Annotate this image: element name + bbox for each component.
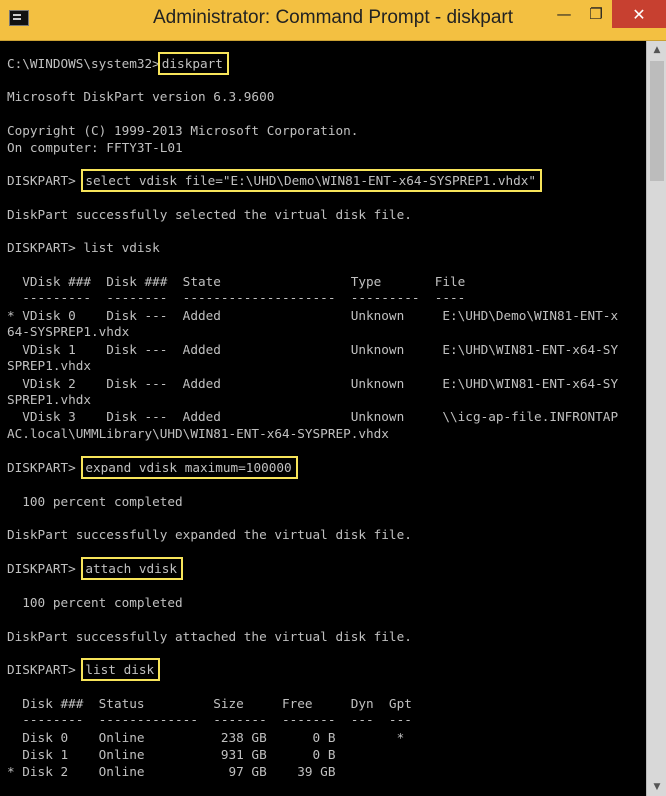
table-row: Disk 0 Online 238 GB 0 B * [7,730,405,745]
title-bar[interactable]: Administrator: Command Prompt - diskpart… [0,0,666,41]
close-button[interactable]: ✕ [612,0,666,28]
scroll-up-icon[interactable]: ▲ [647,41,666,59]
table-header: VDisk ### Disk ### State Type File [7,274,466,289]
console-line: DISKPART> expand vdisk maximum=100000 [7,456,298,479]
highlighted-command: diskpart [157,52,229,75]
console-line: DISKPART> list vdisk [7,240,160,255]
table-row: Disk 1 Online 931 GB 0 B [7,747,336,762]
console-line: DiskPart successfully expanded the virtu… [7,527,412,542]
vertical-scrollbar[interactable]: ▲ ▼ [646,41,666,796]
console-line: DISKPART> select vdisk file="E:\UHD\Demo… [7,169,543,192]
highlighted-command: list disk [81,658,161,681]
console-line: DISKPART> list disk [7,658,161,681]
scrollbar-thumb[interactable] [650,61,664,181]
console-line: Copyright (C) 1999-2013 Microsoft Corpor… [7,123,359,138]
console-line: On computer: FFTY3T-L01 [7,140,183,155]
table-row: 64-SYSPREP1.vhdx [7,324,130,339]
table-row: * VDisk 0 Disk --- Added Unknown E:\UHD\… [7,308,619,323]
console-line: DiskPart successfully attached the virtu… [7,629,412,644]
table-divider: -------- ------------- ------- ------- -… [7,712,412,727]
table-row: SPREP1.vhdx [7,358,92,373]
highlighted-command: attach vdisk [81,557,184,580]
command-prompt-window: Administrator: Command Prompt - diskpart… [0,0,666,796]
console-line: 100 percent completed [7,595,183,610]
table-row: VDisk 1 Disk --- Added Unknown E:\UHD\WI… [7,342,619,357]
table-row: AC.local\UMMLibrary\UHD\WIN81-ENT-x64-SY… [7,426,389,441]
console-line: DiskPart successfully selected the virtu… [7,207,412,222]
scroll-down-icon[interactable]: ▼ [647,778,666,796]
table-header: Disk ### Status Size Free Dyn Gpt [7,696,412,711]
table-row: VDisk 2 Disk --- Added Unknown E:\UHD\WI… [7,376,619,391]
console-line: Microsoft DiskPart version 6.3.9600 [7,89,275,104]
maximize-button[interactable]: ❐ [578,0,614,28]
highlighted-command: select vdisk file="E:\UHD\Demo\WIN81-ENT… [81,169,543,192]
console-line: 100 percent completed [7,494,183,509]
table-row: VDisk 3 Disk --- Added Unknown \\icg-ap-… [7,409,619,424]
console-line: DISKPART> attach vdisk [7,557,184,580]
console-output[interactable]: C:\WINDOWS\system32> diskpart Microsoft D… [0,41,646,796]
table-row: * Disk 2 Online 97 GB 39 GB [7,764,336,779]
minimize-button[interactable]: — [546,0,582,28]
highlighted-command: expand vdisk maximum=100000 [81,456,298,479]
console-line: C:\WINDOWS\system32> diskpart [7,52,229,75]
table-row: SPREP1.vhdx [7,392,92,407]
table-divider: --------- -------- -------------------- … [7,290,466,305]
